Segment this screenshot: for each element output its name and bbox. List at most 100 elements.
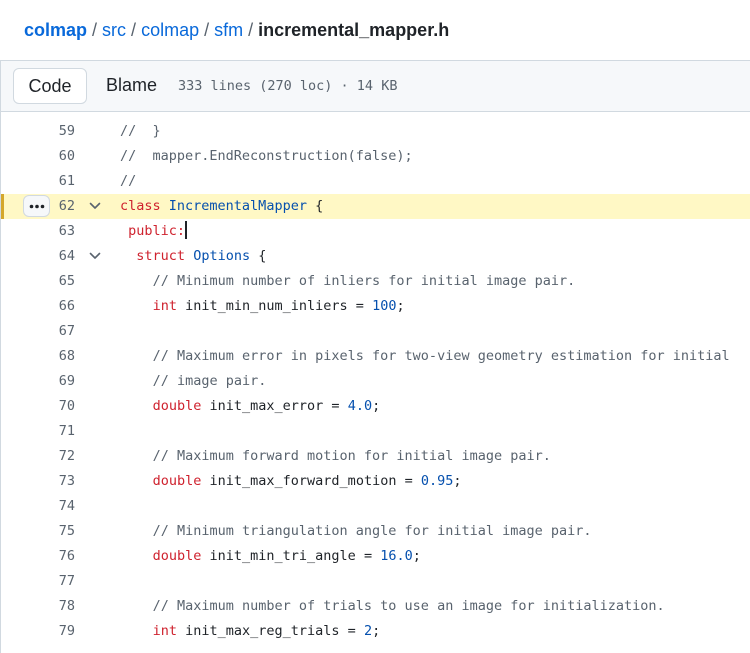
code-line: 66 int init_min_num_inliers = 100; [1, 294, 750, 319]
code-line: 78 // Maximum number of trials to use an … [1, 594, 750, 619]
code-text: class IncrementalMapper { [120, 194, 323, 219]
code-comment: // Minimum triangulation angle for initi… [152, 523, 592, 539]
code-text: // [120, 169, 136, 194]
code-line: 69 // image pair. [1, 369, 750, 394]
line-number[interactable]: 76 [1, 544, 75, 569]
line-number[interactable]: 59 [1, 119, 75, 144]
line-number[interactable]: 68 [1, 344, 75, 369]
code-brace: { [315, 198, 324, 214]
code-keyword: public: [128, 223, 186, 239]
code-line: 61 // [1, 169, 750, 194]
code-line: 70 double init_max_error = 4.0; [1, 394, 750, 419]
code-text: // Maximum error in pixels for two-view … [153, 344, 730, 369]
code-number: 2 [363, 623, 373, 639]
code-semicolon: ; [396, 298, 405, 314]
code-number: 0.95 [420, 473, 454, 489]
code-text: struct Options { [136, 244, 266, 269]
code-line: 64 struct Options { [1, 244, 750, 269]
chevron-down-icon[interactable] [87, 194, 103, 219]
code-comment: // Maximum forward motion for initial im… [152, 448, 551, 464]
line-number[interactable]: 66 [1, 294, 75, 319]
code-text: double init_max_error = 4.0; [153, 394, 381, 419]
breadcrumb-separator: / [92, 20, 98, 40]
code-view-button[interactable]: Code [13, 68, 87, 104]
code-number: 100 [372, 298, 397, 314]
code-keyword: double [152, 548, 202, 564]
code-line: 77 [1, 569, 750, 594]
line-number[interactable]: 64 [1, 244, 75, 269]
line-number[interactable]: 63 [1, 219, 75, 244]
file-info: 333 lines (270 loc) · 14 KB [178, 78, 398, 94]
code-line: 63 public: [1, 219, 750, 244]
line-number[interactable]: 69 [1, 369, 75, 394]
code-text: int init_max_reg_trials = 2; [153, 619, 381, 644]
code-comment: // Maximum number of trials to use an im… [152, 598, 665, 614]
code-line: 75 // Minimum triangulation angle for ini… [1, 519, 750, 544]
line-number[interactable]: 77 [1, 569, 75, 594]
code-semicolon: ; [453, 473, 462, 489]
code-text: // } [120, 119, 161, 144]
code-comment: // Minimum number of inliers for initial… [152, 273, 576, 289]
breadcrumb-src-link[interactable]: src [102, 20, 126, 40]
code-viewer[interactable]: 59 // } 60 // mapper.EndReconstruction(fals… [0, 112, 750, 653]
line-number[interactable]: 79 [1, 619, 75, 644]
code-brace: { [258, 248, 267, 264]
code-declaration: init_min_num_inliers = [185, 298, 373, 314]
code-type-name: Options [193, 248, 251, 264]
line-number[interactable]: 70 [1, 394, 75, 419]
line-number[interactable]: 65 [1, 269, 75, 294]
breadcrumb-repo-link[interactable]: colmap [24, 20, 87, 40]
line-number[interactable]: 72 [1, 444, 75, 469]
chevron-down-icon[interactable] [87, 244, 103, 269]
code-comment: // image pair. [152, 373, 267, 389]
line-number[interactable]: 73 [1, 469, 75, 494]
line-number[interactable]: 74 [1, 494, 75, 519]
code-text: // Minimum triangulation angle for initi… [153, 519, 592, 544]
code-line: 68 // Maximum error in pixels for two-vie… [1, 344, 750, 369]
line-number[interactable]: 75 [1, 519, 75, 544]
code-text: int init_min_num_inliers = 100; [153, 294, 405, 319]
code-text: double init_max_forward_motion = 0.95; [153, 469, 462, 494]
code-type-name: IncrementalMapper [168, 198, 307, 214]
code-declaration: init_max_reg_trials = [185, 623, 364, 639]
line-number[interactable]: 67 [1, 319, 75, 344]
code-line: 67 [1, 319, 750, 344]
code-line: 59 // } [1, 119, 750, 144]
code-line: 72 // Maximum forward motion for initial … [1, 444, 750, 469]
code-line: 76 double init_min_tri_angle = 16.0; [1, 544, 750, 569]
text-cursor [185, 221, 188, 239]
code-comment: // Maximum error in pixels for two-view … [152, 348, 730, 364]
code-declaration: init_max_error = [209, 398, 348, 414]
code-comment: // } [120, 123, 161, 139]
breadcrumb-separator: / [248, 20, 254, 40]
code-line: 73 double init_max_forward_motion = 0.95; [1, 469, 750, 494]
code-number: 16.0 [380, 548, 413, 564]
code-keyword: int [152, 623, 177, 639]
code-text: // Maximum number of trials to use an im… [153, 594, 665, 619]
breadcrumb: colmap / src / colmap / sfm / incremental_mapper… [24, 19, 449, 41]
view-mode-segmented-control: Code Blame [13, 68, 176, 104]
breadcrumb-colmap-link[interactable]: colmap [141, 20, 199, 40]
breadcrumb-sfm-link[interactable]: sfm [214, 20, 243, 40]
line-number[interactable]: 62 [1, 194, 75, 219]
code-keyword: struct [136, 248, 186, 264]
code-text: // Minimum number of inliers for initial… [153, 269, 576, 294]
breadcrumb-current-file: incremental_mapper.h [258, 20, 450, 40]
code-comment: // mapper.EndReconstruction(false); [120, 148, 413, 164]
code-declaration: init_max_forward_motion = [209, 473, 421, 489]
line-number[interactable]: 60 [1, 144, 75, 169]
line-number[interactable]: 71 [1, 419, 75, 444]
code-line: 62 class IncrementalMapper { [1, 194, 750, 219]
file-toolbar: Code Blame 333 lines (270 loc) · 14 KB [0, 60, 750, 112]
line-number[interactable]: 61 [1, 169, 75, 194]
code-keyword: double [152, 473, 202, 489]
code-line: 74 [1, 494, 750, 519]
code-line: 71 [1, 419, 750, 444]
breadcrumb-separator: / [131, 20, 137, 40]
code-text: // mapper.EndReconstruction(false); [120, 144, 413, 169]
line-number[interactable]: 78 [1, 594, 75, 619]
code-keyword: double [152, 398, 202, 414]
blame-view-button[interactable]: Blame [87, 68, 176, 104]
code-text: // image pair. [153, 369, 267, 394]
code-text: public: [128, 219, 188, 244]
